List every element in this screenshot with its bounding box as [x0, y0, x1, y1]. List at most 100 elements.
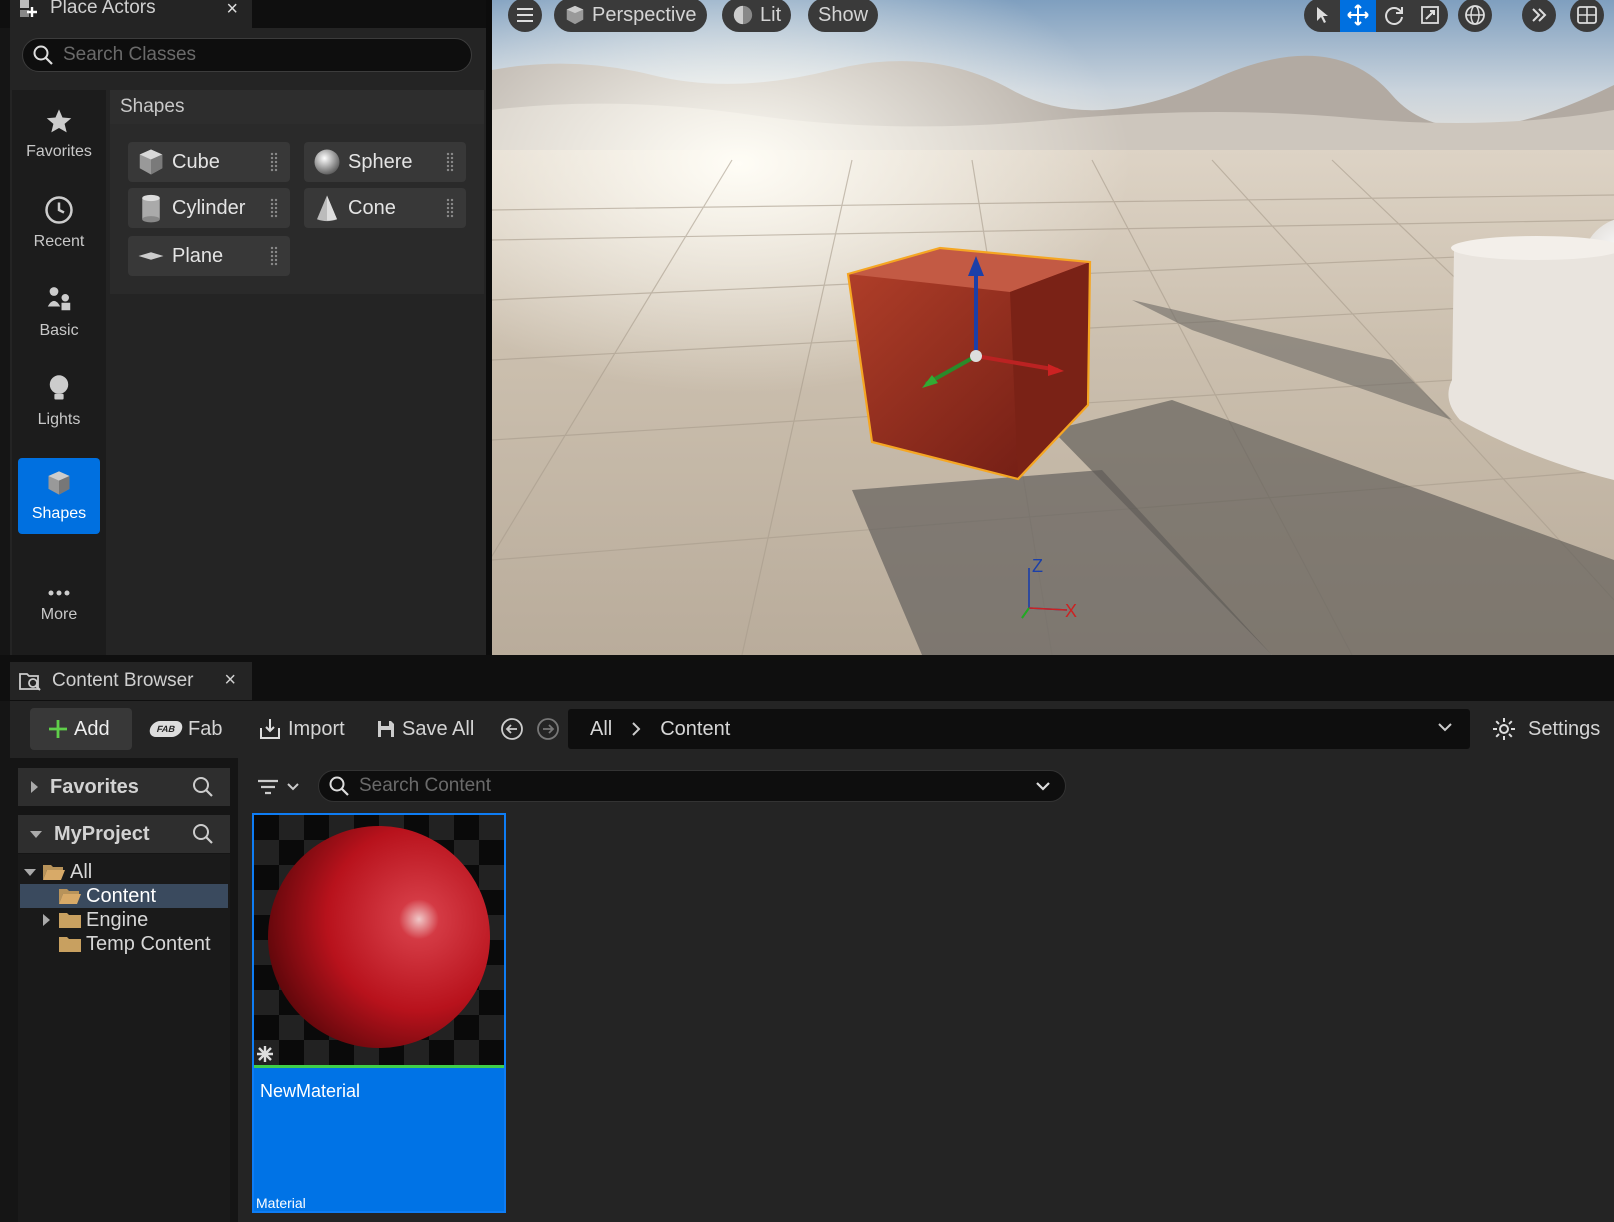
content-browser-tab-title: Content Browser [52, 670, 194, 691]
project-section[interactable]: MyProject [18, 815, 230, 853]
shape-label: Cone [348, 196, 396, 219]
tree-label: All [70, 860, 93, 883]
import-icon [258, 717, 282, 741]
category-lights[interactable]: Lights [18, 363, 100, 439]
drag-handle-icon[interactable] [270, 246, 278, 266]
perspective-label: Perspective [592, 3, 697, 26]
shape-cylinder[interactable]: Cylinder [128, 188, 290, 228]
rotate-icon[interactable] [1376, 0, 1412, 32]
search-icon[interactable] [192, 776, 214, 798]
asset-modified-icon [256, 1045, 274, 1063]
category-label: Lights [37, 411, 81, 428]
chevron-down-icon [286, 781, 300, 793]
chevron-down-icon[interactable] [22, 866, 38, 878]
filter-dropdown[interactable] [256, 772, 300, 802]
cylinder-shape-icon [136, 193, 166, 223]
viewport-scene [492, 0, 1614, 655]
level-viewport[interactable]: Z X Perspective Lit Show [492, 0, 1614, 655]
hamburger-icon [515, 6, 535, 24]
move-icon[interactable] [1340, 0, 1376, 32]
search-classes-input[interactable]: Search Classes [22, 38, 472, 72]
drag-handle-icon[interactable] [270, 152, 278, 172]
tab-place-actors[interactable]: Place Actors × [10, 0, 252, 28]
globe-icon [1464, 4, 1486, 26]
tree-label: Temp Content [86, 932, 211, 955]
category-favorites[interactable]: Favorites [18, 96, 100, 172]
favorites-section[interactable]: Favorites [18, 768, 230, 806]
lit-label: Lit [760, 3, 782, 26]
search-classes-placeholder: Search Classes [63, 44, 197, 65]
shape-sphere[interactable]: Sphere [304, 142, 466, 182]
drag-handle-icon[interactable] [446, 152, 454, 172]
save-all-button[interactable]: Save All [376, 708, 474, 750]
chevron-down-icon[interactable] [28, 828, 44, 840]
close-icon[interactable]: × [226, 0, 238, 21]
tree-item-temp-content[interactable]: Temp Content [58, 932, 211, 956]
search-content-input[interactable]: Search Content [318, 770, 1066, 802]
fab-logo-icon: FAB [147, 721, 185, 737]
category-label: Basic [39, 322, 79, 339]
chevron-right-icon[interactable] [28, 779, 40, 795]
tree-item-engine[interactable]: Engine [40, 908, 148, 932]
tab-content-browser[interactable]: Content Browser × [10, 662, 252, 700]
perspective-cube-icon [564, 4, 586, 26]
asset-type: Material [256, 1195, 306, 1211]
tree-label: Engine [86, 908, 149, 931]
category-label: Shapes [31, 505, 87, 522]
settings-label: Settings [1528, 717, 1601, 740]
fab-button[interactable]: FAB Fab [147, 708, 223, 750]
add-button[interactable]: Add [30, 708, 132, 750]
scale-icon[interactable] [1412, 0, 1448, 32]
save-icon [376, 719, 396, 739]
chevron-down-icon[interactable] [1035, 779, 1051, 793]
shape-cube[interactable]: Cube [128, 142, 290, 182]
history-forward-button[interactable] [536, 708, 560, 750]
search-icon[interactable] [192, 823, 214, 845]
asset-thumbnail [254, 815, 504, 1065]
close-icon[interactable]: × [224, 669, 236, 692]
drag-handle-icon[interactable] [270, 198, 278, 218]
shape-label: Cube [172, 150, 220, 173]
category-label: Favorites [26, 143, 92, 160]
chevron-down-icon[interactable] [1436, 718, 1454, 736]
show-button[interactable]: Show [808, 0, 879, 32]
chevron-right-icon[interactable] [630, 721, 642, 737]
arrow-left-circle-icon [500, 717, 524, 741]
category-shapes[interactable]: Shapes [18, 458, 100, 534]
plus-icon [48, 719, 68, 739]
category-list: Favorites Recent Basic Lights Shapes Mor… [12, 90, 106, 655]
fab-label: Fab [188, 717, 223, 740]
shape-cone[interactable]: Cone [304, 188, 466, 228]
perspective-button[interactable]: Perspective [554, 0, 707, 32]
chevron-right-icon[interactable] [40, 912, 52, 928]
material-sphere-preview [268, 826, 490, 1048]
history-back-button[interactable] [500, 708, 524, 750]
shape-plane[interactable]: Plane [128, 236, 290, 276]
asset-tile-newmaterial[interactable]: NewMaterial Material [252, 813, 506, 1213]
drag-handle-icon[interactable] [446, 198, 454, 218]
breadcrumb-all[interactable]: All [590, 718, 612, 741]
settings-button[interactable]: Settings [1492, 708, 1600, 750]
folder-icon [58, 934, 82, 954]
category-more[interactable]: More [18, 568, 100, 644]
category-basic[interactable]: Basic [18, 274, 100, 350]
favorites-label: Favorites [50, 775, 139, 798]
shape-label: Cylinder [172, 196, 246, 219]
shapes-section-header: Shapes [110, 90, 484, 124]
category-recent[interactable]: Recent [18, 185, 100, 261]
lit-sphere-icon [732, 4, 754, 26]
show-label: Show [818, 3, 869, 26]
tree-item-content[interactable]: Content [58, 884, 156, 908]
tree-label: Content [86, 884, 157, 907]
select-icon[interactable] [1304, 0, 1340, 32]
tree-item-all[interactable]: All [22, 860, 92, 884]
folder-open-icon [42, 862, 66, 882]
breadcrumb-content[interactable]: Content [660, 718, 730, 741]
asset-type-color-bar [254, 1065, 504, 1068]
axis-z-label: Z [1032, 556, 1043, 576]
shape-label: Plane [172, 244, 224, 267]
import-button[interactable]: Import [258, 708, 345, 750]
layout-grid-icon [1576, 5, 1598, 25]
lit-button[interactable]: Lit [722, 0, 792, 32]
breadcrumb[interactable]: All Content [568, 709, 1470, 749]
